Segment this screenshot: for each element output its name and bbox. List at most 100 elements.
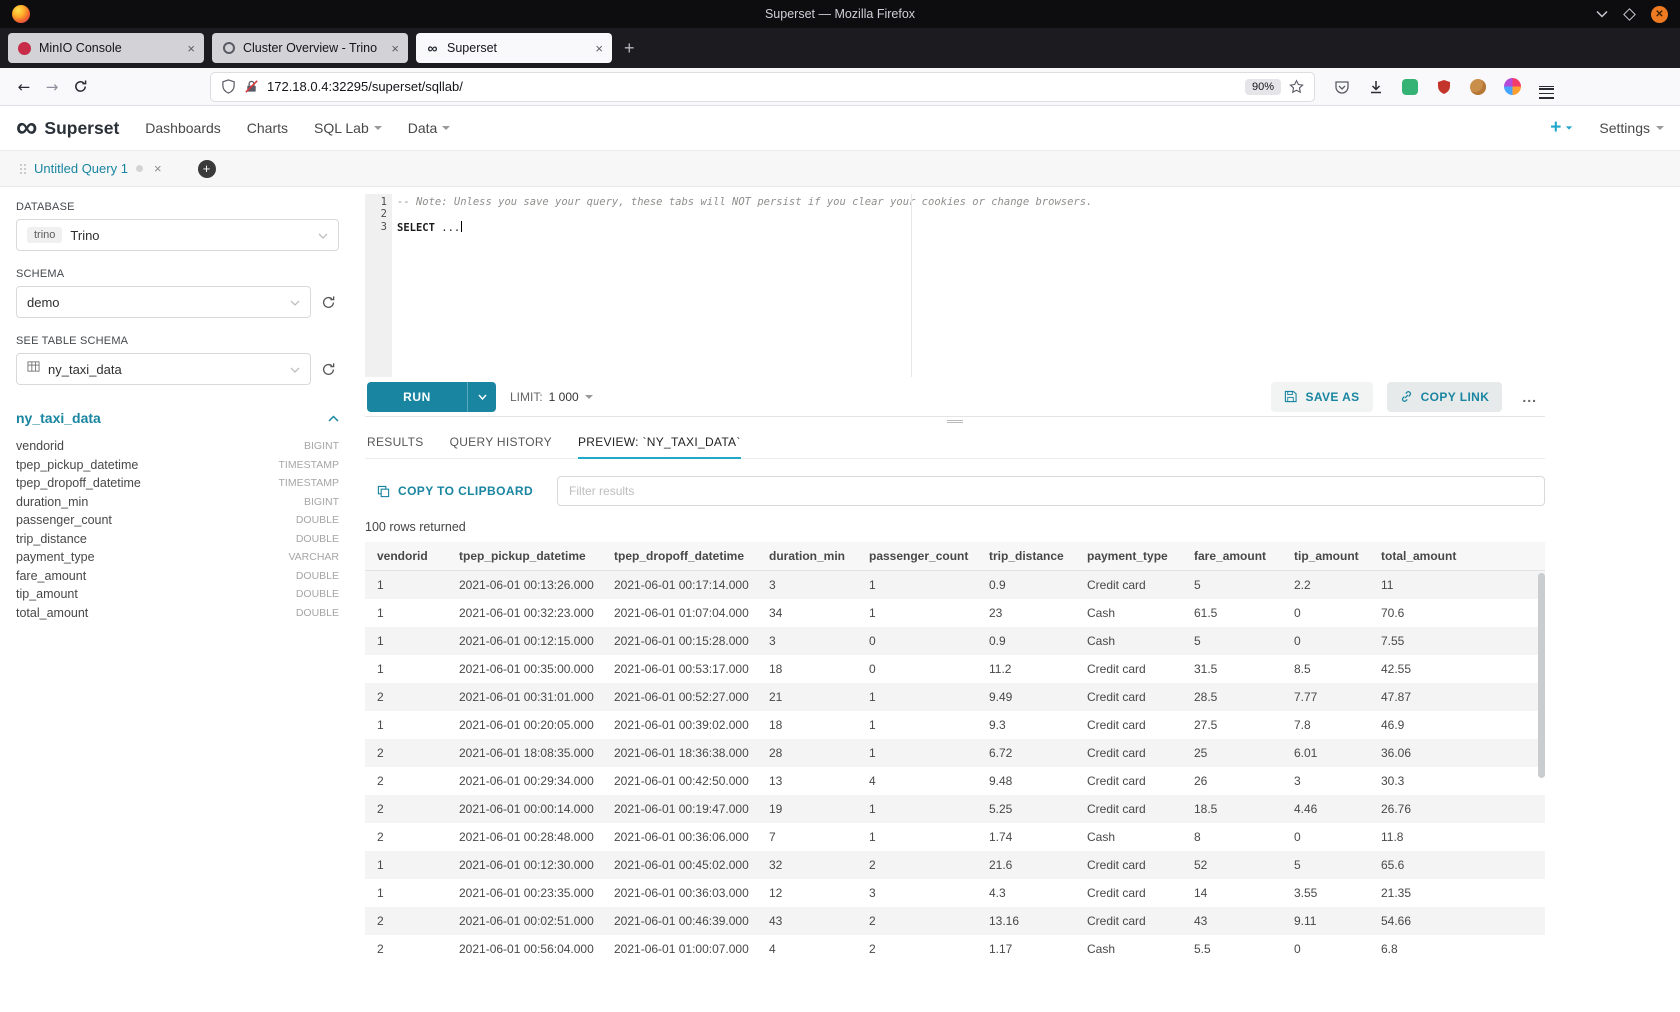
browser-tab-superset[interactable]: ∞ Superset × [416,33,612,63]
grid-body: 12021-06-01 00:13:26.0002021-06-01 00:17… [365,571,1545,964]
nav-item-sql-lab[interactable]: SQL Lab [314,120,382,136]
grid-cell: 70.6 [1369,599,1545,627]
grid-column-header[interactable]: trip_distance [977,542,1075,571]
grid-cell: 13 [757,767,857,795]
schema-column-row: vendoridBIGINT [16,437,339,456]
grid-column-header[interactable]: tpep_dropoff_datetime [602,542,757,571]
tab-query-history[interactable]: QUERY HISTORY [450,435,552,458]
limit-label: LIMIT: [510,390,543,404]
grid-cell: 1 [857,795,977,823]
grid-cell: 2 [857,851,977,879]
refresh-table-icon[interactable] [321,362,339,377]
database-value: Trino [70,228,99,243]
pane-resize-handle[interactable] [947,418,963,425]
copy-link-button[interactable]: COPY LINK [1387,382,1503,412]
forward-button[interactable]: → [38,73,66,101]
maximize-icon[interactable] [1623,8,1636,21]
browser-tab-minio[interactable]: MinIO Console × [8,33,204,63]
zoom-level-badge[interactable]: 90% [1245,79,1281,95]
table-row: 22021-06-01 00:31:01.0002021-06-01 00:52… [365,683,1545,711]
chevron-down-icon [1656,126,1664,130]
table-row: 12021-06-01 00:35:00.0002021-06-01 00:53… [365,655,1545,683]
brand-name[interactable]: Superset [44,118,119,139]
url-bar[interactable]: 172.18.0.4:32295/superset/sqllab/ 90% [210,72,1315,102]
save-as-button[interactable]: SAVE AS [1271,382,1372,412]
minimize-chevron-icon[interactable] [1596,10,1608,18]
grid-column-header[interactable]: payment_type [1075,542,1182,571]
menu-icon[interactable] [1532,73,1560,101]
tab-results[interactable]: RESULTS [367,435,424,458]
grid-cell: 1 [365,571,447,600]
schema-label: SCHEMA [16,268,339,280]
pocket-icon[interactable] [1328,73,1356,101]
nav-item-charts[interactable]: Charts [247,120,288,136]
sql-editor[interactable]: 1 2 3 -- Note: Unless you save your quer… [365,194,1545,377]
grid-cell: 3 [1282,767,1369,795]
nav-item-dashboards[interactable]: Dashboards [145,120,221,136]
grid-column-header[interactable]: fare_amount [1182,542,1282,571]
editor-code-area[interactable]: -- Note: Unless you save your query, the… [392,194,1545,377]
table-select[interactable]: ny_taxi_data [16,353,311,385]
grid-column-header[interactable]: tip_amount [1282,542,1369,571]
grid-cell: 3.55 [1282,879,1369,907]
insecure-lock-icon[interactable] [244,79,259,94]
grid-cell: 1 [365,655,447,683]
shield-icon[interactable] [221,79,236,94]
grid-scrollbar[interactable] [1538,573,1545,778]
filter-results-input[interactable] [557,476,1545,506]
nav-item-data[interactable]: Data [408,120,451,136]
downloads-icon[interactable] [1362,73,1390,101]
grid-cell: 2 [365,767,447,795]
reload-button[interactable] [66,73,94,101]
superset-logo-icon[interactable]: ∞ [16,116,37,140]
collapse-chevron-up-icon[interactable] [328,409,339,427]
add-query-tab-button[interactable]: + [198,160,216,178]
tab-close-icon[interactable]: × [391,41,399,56]
grid-cell: 2 [365,935,447,963]
grid-cell: 1 [365,879,447,907]
tab-title: MinIO Console [39,41,180,55]
results-tab-bar: RESULTS QUERY HISTORY PREVIEW: `NY_TAXI_… [365,426,1545,459]
grid-cell: 6.8 [1369,935,1545,963]
tab-preview[interactable]: PREVIEW: `NY_TAXI_DATA` [578,435,741,458]
tab-close-icon[interactable]: × [187,41,195,56]
grid-column-header[interactable]: total_amount [1369,542,1545,571]
run-options-caret[interactable] [467,382,496,412]
grid-cell: 2021-06-01 00:17:14.000 [602,571,757,600]
query-tab-close-icon[interactable]: × [154,161,162,176]
grid-column-header[interactable]: duration_min [757,542,857,571]
more-options-button[interactable]: ... [1522,389,1537,405]
grid-column-header[interactable]: tpep_pickup_datetime [447,542,602,571]
grid-column-header[interactable]: passenger_count [857,542,977,571]
grid-cell: 11.8 [1369,823,1545,851]
grid-cell: 4 [857,767,977,795]
copy-to-clipboard-button[interactable]: COPY TO CLIPBOARD [365,476,545,506]
run-button[interactable]: RUN [367,382,467,412]
cookie-extension-icon[interactable] [1464,73,1492,101]
new-item-button[interactable]: + [1550,117,1573,139]
grid-cell: 42.55 [1369,655,1545,683]
bookmark-star-icon[interactable] [1289,79,1304,94]
table-name-heading[interactable]: ny_taxi_data [16,410,101,426]
back-button[interactable]: ← [10,73,38,101]
drag-handle-icon[interactable] [20,164,26,174]
grid-cell: 18 [757,655,857,683]
settings-menu[interactable]: Settings [1599,120,1664,136]
limit-dropdown[interactable]: LIMIT: 1 000 [510,390,593,404]
extension-icon[interactable] [1396,73,1424,101]
tab-close-icon[interactable]: × [595,41,603,56]
new-tab-button[interactable]: + [624,39,635,57]
browser-tab-trino[interactable]: Cluster Overview - Trino × [212,33,408,63]
window-close-button[interactable]: ✕ [1651,6,1668,23]
column-name: trip_distance [16,532,87,546]
pinwheel-extension-icon[interactable] [1498,73,1526,101]
database-select[interactable]: trino Trino [16,219,339,251]
schema-select[interactable]: demo [16,286,311,318]
refresh-schema-icon[interactable] [321,295,339,310]
ublock-extension-icon[interactable] [1430,73,1458,101]
grid-column-header[interactable]: vendorid [365,542,447,571]
grid-cell: Credit card [1075,851,1182,879]
url-text[interactable]: 172.18.0.4:32295/superset/sqllab/ [267,79,463,94]
nav-label: Dashboards [145,120,221,136]
query-tab-untitled[interactable]: Untitled Query 1 × [10,151,172,186]
